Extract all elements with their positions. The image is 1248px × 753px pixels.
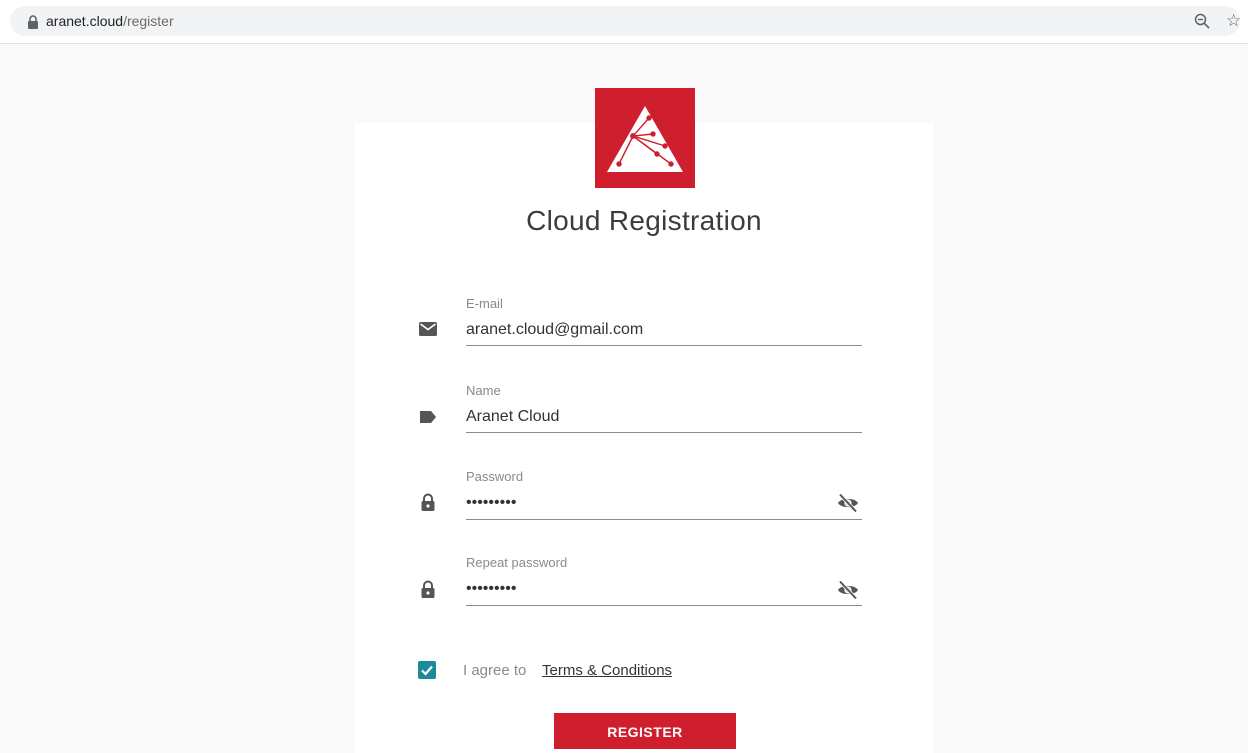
browser-address-bar: aranet.cloud/register ☆ bbox=[0, 0, 1248, 44]
email-label: E-mail bbox=[466, 296, 503, 311]
register-button[interactable]: REGISTER bbox=[554, 713, 736, 749]
label-icon bbox=[420, 411, 436, 423]
aranet-logo bbox=[595, 88, 695, 188]
password-underline bbox=[466, 519, 862, 520]
name-field[interactable] bbox=[466, 407, 826, 427]
url-text[interactable]: aranet.cloud/register bbox=[46, 12, 174, 30]
repeat-password-label: Repeat password bbox=[466, 555, 568, 570]
page-title: Cloud Registration bbox=[526, 205, 762, 236]
email-underline bbox=[466, 345, 862, 346]
agree-checkbox[interactable] bbox=[418, 661, 436, 679]
name-underline bbox=[466, 432, 862, 433]
lock-icon bbox=[421, 493, 435, 511]
name-label: Name bbox=[466, 383, 501, 398]
lock-icon[interactable] bbox=[27, 15, 39, 29]
password-label: Password bbox=[466, 469, 524, 484]
mail-icon bbox=[419, 322, 437, 336]
url-path: /register bbox=[123, 13, 174, 29]
repeat-password-underline bbox=[466, 605, 862, 606]
password-field[interactable] bbox=[466, 493, 826, 513]
visibility-off-icon[interactable] bbox=[836, 578, 860, 602]
repeat-password-field[interactable] bbox=[466, 579, 826, 599]
url-field[interactable]: aranet.cloud/register ☆ bbox=[10, 6, 1241, 36]
visibility-off-icon[interactable] bbox=[836, 491, 860, 515]
lock-icon bbox=[421, 580, 435, 598]
check-icon bbox=[421, 665, 433, 676]
logo-mark bbox=[607, 106, 683, 172]
bookmark-star-icon[interactable]: ☆ bbox=[1226, 11, 1241, 31]
url-host: aranet.cloud bbox=[46, 13, 124, 29]
zoom-icon[interactable] bbox=[1194, 13, 1210, 29]
agree-text: I agree to bbox=[463, 662, 527, 679]
email-field[interactable] bbox=[466, 320, 826, 340]
terms-link[interactable]: Terms & Conditions bbox=[542, 661, 672, 681]
